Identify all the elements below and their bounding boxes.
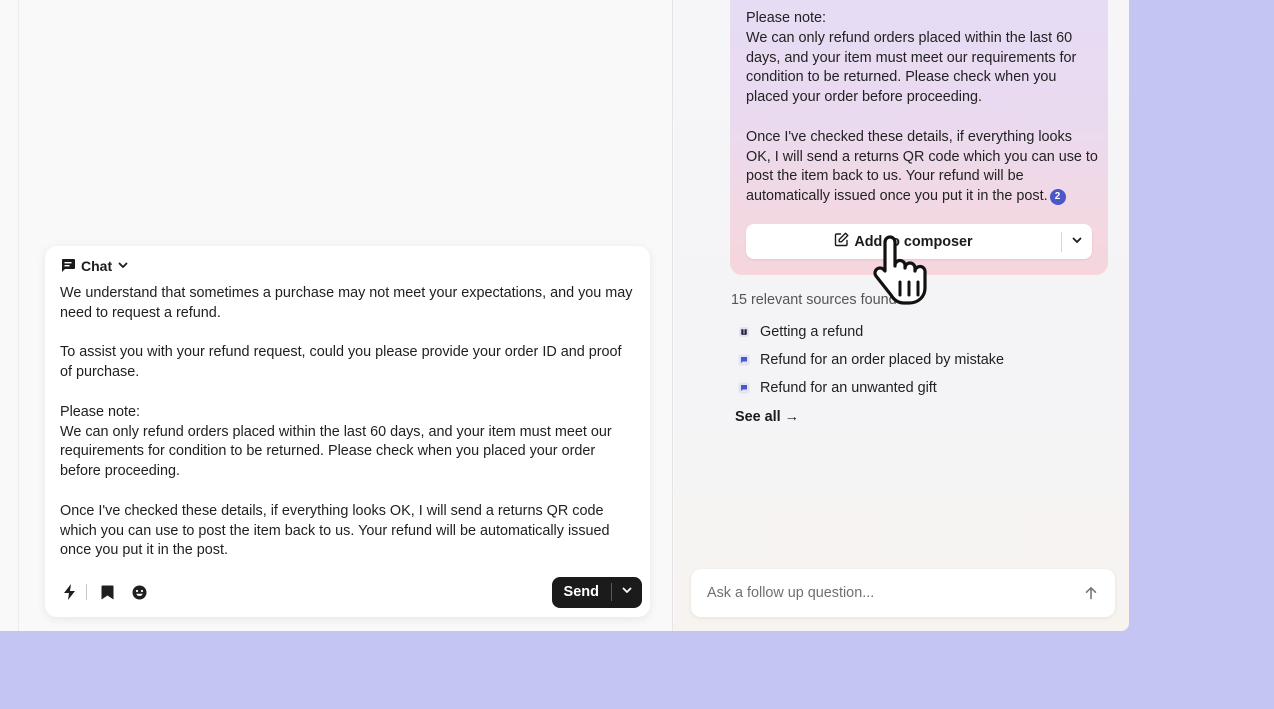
send-button-group: Send	[551, 576, 642, 608]
chevron-down-icon	[1071, 233, 1083, 251]
answer-note-body: We can only refund orders placed within …	[746, 29, 1077, 106]
reply-composer[interactable]: Chat We understand that sometimes a purc…	[45, 246, 650, 617]
conversation-icon	[737, 353, 751, 367]
emoji-icon[interactable]	[129, 582, 149, 602]
chevron-down-icon	[117, 258, 129, 274]
send-button[interactable]: Send	[552, 577, 611, 608]
bookmark-icon[interactable]	[97, 582, 117, 602]
answer-closing: Once I've checked these details, if ever…	[746, 128, 1098, 207]
composer-toolbar: Send	[60, 576, 642, 608]
composer-message[interactable]: We understand that sometimes a purchase …	[60, 284, 635, 561]
article-icon	[737, 325, 751, 339]
source-label: Getting a refund	[760, 324, 864, 340]
followup-input[interactable]	[707, 569, 1067, 617]
citation-badge[interactable]: 2	[1049, 189, 1066, 206]
message-paragraph: To assist you with your refund request, …	[60, 344, 622, 381]
add-options-button[interactable]	[1062, 224, 1092, 259]
source-item[interactable]: Refund for an unwanted gift	[737, 374, 1097, 402]
answer-closing-text: Once I've checked these details, if ever…	[746, 128, 1098, 205]
channel-selector[interactable]: Chat	[60, 256, 129, 276]
message-paragraph: Once I've checked these details, if ever…	[60, 502, 610, 559]
copilot-answer-text: Please note: We can only refund orders p…	[746, 9, 1098, 207]
answer-note: Please note: We can only refund orders p…	[746, 9, 1098, 108]
conversation-icon	[737, 381, 751, 395]
source-item[interactable]: Refund for an order placed by mistake	[737, 346, 1097, 374]
channel-label: Chat	[81, 258, 113, 274]
message-paragraph: We understand that sometimes a purchase …	[60, 285, 633, 321]
send-options-button[interactable]	[612, 577, 642, 608]
source-item[interactable]: Getting a refund	[737, 318, 1097, 346]
source-label: Refund for an order placed by mistake	[760, 352, 1004, 368]
source-label: Refund for an unwanted gift	[760, 380, 937, 396]
toolbar-divider	[86, 584, 87, 600]
chat-bubble-icon	[60, 257, 76, 276]
edit-icon	[834, 232, 849, 251]
message-paragraph: Please note: We can only refund orders p…	[60, 403, 612, 480]
arrow-up-icon[interactable]	[1081, 583, 1101, 603]
see-all-link[interactable]: See all →	[735, 409, 799, 425]
chevron-down-icon	[621, 583, 633, 601]
hand-pointer-cursor-icon	[868, 234, 934, 306]
answer-note-heading: Please note:	[746, 10, 827, 26]
source-list: Getting a refund Refund for an order pla…	[737, 318, 1097, 402]
followup-box	[691, 569, 1115, 617]
pane-divider	[18, 0, 19, 631]
lightning-icon[interactable]	[60, 582, 80, 602]
